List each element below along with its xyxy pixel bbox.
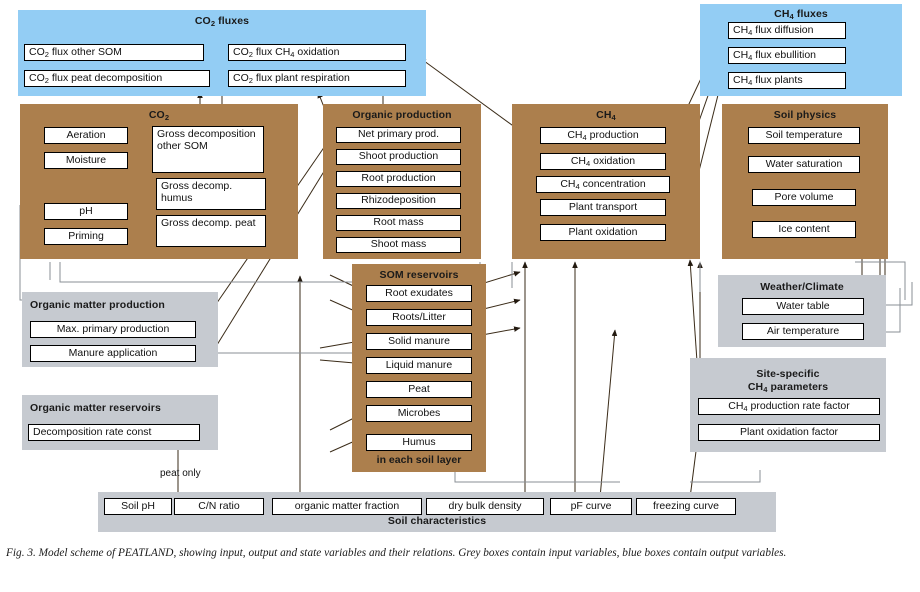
panel-title-som-reservoirs: SOM reservoirs	[379, 269, 459, 281]
node-ch4-flux-diffusion[interactable]: CH4 flux diffusion	[728, 22, 846, 39]
node-ph[interactable]: pH	[44, 203, 128, 220]
node-roots-litter[interactable]: Roots/Litter	[366, 309, 472, 326]
node-root-production[interactable]: Root production	[336, 171, 461, 187]
panel-title-weather-climate: Weather/Climate	[760, 281, 844, 293]
node-root-mass[interactable]: Root mass	[336, 215, 461, 231]
node-water-table[interactable]: Water table	[742, 298, 864, 315]
node-gross-decomp-humus[interactable]: Gross decomp. humus	[156, 178, 266, 210]
panel-title-site-specific-line1: Site-specific	[756, 368, 820, 380]
node-air-temperature[interactable]: Air temperature	[742, 323, 864, 340]
node-ch4-production-rate-factor[interactable]: CH4 production rate factor	[698, 398, 880, 415]
panel-title-soil-physics: Soil physics	[773, 109, 837, 121]
som-reservoirs-footnote: in each soil layer	[376, 454, 462, 466]
node-gross-decomp-peat[interactable]: Gross decomp. peat	[156, 215, 266, 247]
node-pore-volume[interactable]: Pore volume	[752, 189, 856, 206]
panel-title-co2: CO2	[148, 109, 170, 123]
panel-title-ch4: CH4	[596, 109, 616, 123]
node-net-primary-prod[interactable]: Net primary prod.	[336, 127, 461, 143]
node-freezing-curve[interactable]: freezing curve	[636, 498, 736, 515]
panel-organic-matter-reservoirs: Organic matter reservoirs	[22, 395, 218, 450]
node-plant-oxidation[interactable]: Plant oxidation	[540, 224, 666, 241]
node-ch4-concentration[interactable]: CH4 concentration	[536, 176, 670, 193]
node-aeration[interactable]: Aeration	[44, 127, 128, 144]
node-shoot-mass[interactable]: Shoot mass	[336, 237, 461, 253]
node-soil-temperature[interactable]: Soil temperature	[748, 127, 860, 144]
node-co2-flux-ch4-oxidation[interactable]: CO2 flux CH4 oxidation	[228, 44, 406, 61]
node-manure-application[interactable]: Manure application	[30, 345, 196, 362]
panel-title-co2-fluxes: CO2 fluxes	[194, 15, 250, 29]
node-co2-flux-other-som[interactable]: CO2 flux other SOM	[24, 44, 204, 61]
node-decomposition-rate-const[interactable]: Decomposition rate const	[28, 424, 200, 441]
node-gross-decomposition-other-som[interactable]: Gross decomposition other SOM	[152, 126, 264, 173]
panel-title-soil-characteristics: Soil characteristics	[387, 515, 487, 527]
node-ch4-oxidation[interactable]: CH4 oxidation	[540, 153, 666, 170]
panel-title-organic-production: Organic production	[352, 109, 452, 121]
node-soil-ph[interactable]: Soil pH	[104, 498, 172, 515]
node-peat[interactable]: Peat	[366, 381, 472, 398]
annotation-peat-only: peat only	[160, 468, 201, 479]
panel-title-organic-matter-production: Organic matter production	[30, 299, 165, 311]
node-pf-curve[interactable]: pF curve	[550, 498, 632, 515]
node-organic-matter-fraction[interactable]: organic matter fraction	[272, 498, 422, 515]
node-plant-transport[interactable]: Plant transport	[540, 199, 666, 216]
node-plant-oxidation-factor[interactable]: Plant oxidation factor	[698, 424, 880, 441]
node-priming[interactable]: Priming	[44, 228, 128, 245]
panel-title-organic-matter-reservoirs: Organic matter reservoirs	[30, 402, 161, 414]
node-water-saturation[interactable]: Water saturation	[748, 156, 860, 173]
figure-diagram: CO2 fluxes CO2 flux other SOM CO2 flux p…	[0, 0, 920, 592]
node-root-exudates[interactable]: Root exudates	[366, 285, 472, 302]
node-ch4-production[interactable]: CH4 production	[540, 127, 666, 144]
node-moisture[interactable]: Moisture	[44, 152, 128, 169]
panel-title-ch4-fluxes: CH4 fluxes	[774, 8, 828, 22]
figure-caption: Fig. 3. Model scheme of PEATLAND, showin…	[6, 547, 787, 559]
node-humus[interactable]: Humus	[366, 434, 472, 451]
node-dry-bulk-density[interactable]: dry bulk density	[426, 498, 544, 515]
node-ch4-flux-ebullition[interactable]: CH4 flux ebullition	[728, 47, 846, 64]
panel-title-site-specific-line2: CH4 parameters	[747, 381, 829, 395]
node-rhizodeposition[interactable]: Rhizodeposition	[336, 193, 461, 209]
node-ch4-flux-plants[interactable]: CH4 flux plants	[728, 72, 846, 89]
node-microbes[interactable]: Microbes	[366, 405, 472, 422]
node-liquid-manure[interactable]: Liquid manure	[366, 357, 472, 374]
node-co2-flux-plant-respiration[interactable]: CO2 flux plant respiration	[228, 70, 406, 87]
node-co2-flux-peat-decomposition[interactable]: CO2 flux peat decomposition	[24, 70, 210, 87]
node-solid-manure[interactable]: Solid manure	[366, 333, 472, 350]
node-ice-content[interactable]: Ice content	[752, 221, 856, 238]
node-cn-ratio[interactable]: C/N ratio	[174, 498, 264, 515]
node-max-primary-production[interactable]: Max. primary production	[30, 321, 196, 338]
node-shoot-production[interactable]: Shoot production	[336, 149, 461, 165]
